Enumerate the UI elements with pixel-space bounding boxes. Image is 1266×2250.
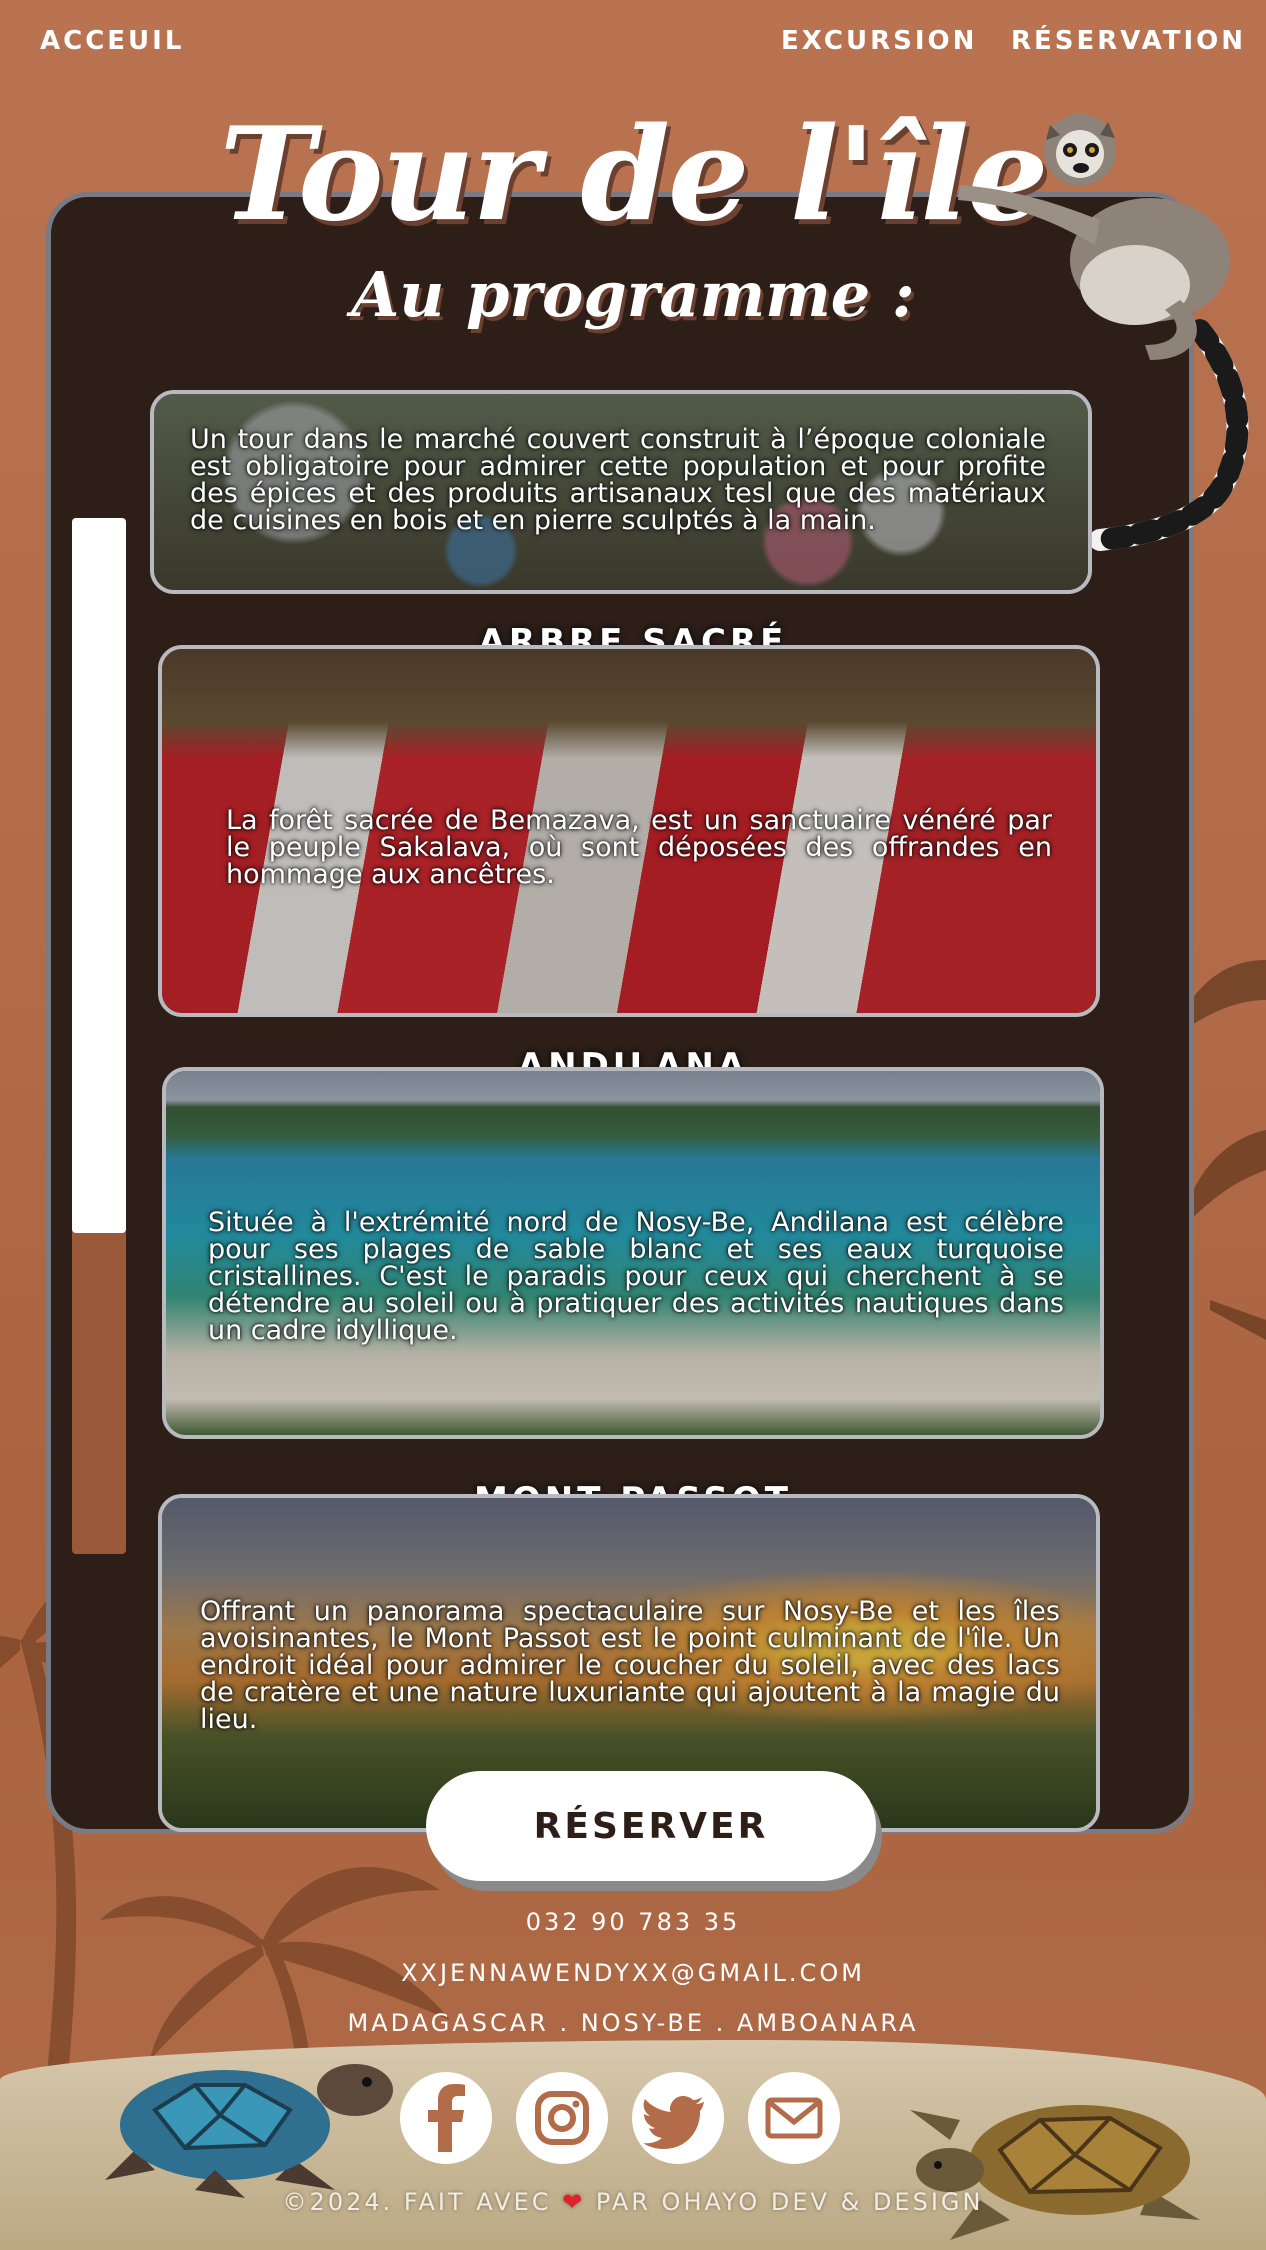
copyright-prefix: ©2024. FAIT AVEC [282,2188,552,2216]
twitter-icon[interactable] [632,2072,724,2164]
card-mont-passot-text: Offrant un panorama spectaculaire sur No… [200,1596,1060,1735]
card-arbre-sacre: La forêt sacrée de Bemazava, est un sanc… [158,645,1100,1017]
instagram-icon[interactable] [516,2072,608,2164]
panel-scrollbar-track[interactable] [72,518,126,1554]
nav-reservation-link[interactable]: RÉSERVATION [1011,26,1246,56]
card-market: Un tour dans le marché couvert construit… [150,390,1092,594]
card-andilana: Située à l'extrémité nord de Nosy-Be, An… [162,1067,1104,1439]
reserve-button[interactable]: RÉSERVER [426,1771,876,1881]
card-market-text: Un tour dans le marché couvert construit… [190,424,1046,536]
mail-icon[interactable] [748,2072,840,2164]
facebook-icon[interactable] [400,2072,492,2164]
footer-copyright: ©2024. FAIT AVEC ❤ PAR OHAYO DEV & DESIG… [0,2188,1266,2216]
card-arbre-sacre-text: La forêt sacrée de Bemazava, est un sanc… [226,805,1052,890]
footer-email[interactable]: XXJENNAWENDYXX@GMAIL.COM [0,1959,1266,1987]
card-andilana-text: Située à l'extrémité nord de Nosy-Be, An… [208,1207,1064,1346]
nav-home-link[interactable]: ACCEUIL [40,26,184,56]
copyright-suffix: PAR OHAYO DEV & DESIGN [595,2188,984,2216]
heart-icon: ❤ [562,2188,586,2216]
nav-excursion-link[interactable]: EXCURSION [781,26,977,56]
footer-phone[interactable]: 032 90 783 35 [0,1908,1266,1936]
turtle-left-illustration [105,2064,393,2198]
